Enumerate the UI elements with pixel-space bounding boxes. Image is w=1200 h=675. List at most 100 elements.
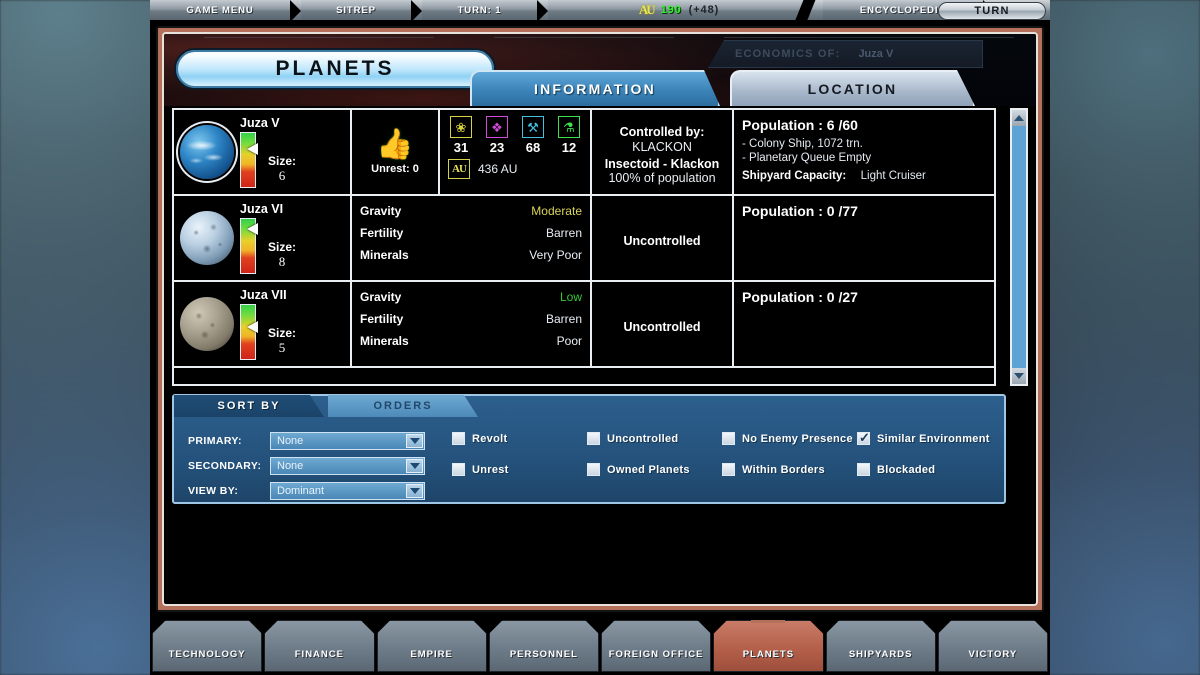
tab-sort-by[interactable]: SORT BY bbox=[174, 395, 324, 417]
view-by-select[interactable]: Dominant bbox=[270, 482, 425, 500]
nav-label: SHIPYARDS bbox=[848, 649, 913, 660]
industry-icon: ⚒ bbox=[522, 116, 544, 138]
checkbox-box[interactable] bbox=[857, 463, 870, 476]
environment-cell: Gravity Low Fertility Barren Minerals Po… bbox=[352, 282, 592, 366]
checkbox-label: Uncontrolled bbox=[607, 432, 679, 445]
secondary-sort-value: None bbox=[277, 460, 304, 472]
table-row[interactable]: Juza V Size: 6 👍 Unrest: 0 ❀ 31 ❖ 23 ⚒ 6… bbox=[174, 110, 994, 196]
nav-finance[interactable]: FINANCE bbox=[264, 620, 374, 672]
tab-sort-by-label: SORT BY bbox=[217, 400, 281, 412]
checkbox-label: Similar Environment bbox=[877, 432, 990, 445]
chevron-down-icon[interactable] bbox=[406, 484, 423, 498]
nav-personnel[interactable]: PERSONNEL bbox=[489, 620, 599, 672]
environment-cell: Gravity Moderate Fertility Barren Minera… bbox=[352, 196, 592, 280]
turn-counter: TURN: 1 bbox=[422, 0, 548, 22]
checkbox-box[interactable] bbox=[857, 430, 870, 446]
planet-name: Juza VII bbox=[240, 288, 287, 302]
fertility-value: Barren bbox=[545, 226, 582, 240]
planet-name: Juza VI bbox=[240, 202, 284, 216]
sitrep-button[interactable]: SITREP bbox=[301, 0, 422, 22]
shipyard-capacity-label: Shipyard Capacity: bbox=[742, 170, 847, 182]
checkbox-similar-environment[interactable]: Similar Environment bbox=[857, 430, 992, 446]
controlled-by-value: Uncontrolled bbox=[623, 234, 701, 248]
gravity-value: Moderate bbox=[531, 204, 582, 218]
tab-orders[interactable]: ORDERS bbox=[328, 395, 478, 417]
tab-economics[interactable]: ECONOMICS OF: Juza V bbox=[708, 40, 983, 68]
au-icon: AU bbox=[448, 159, 470, 179]
checkbox-box[interactable] bbox=[587, 432, 600, 445]
shipyard-capacity-value: Light Cruiser bbox=[860, 170, 926, 182]
vertical-scrollbar[interactable] bbox=[1010, 108, 1028, 386]
primary-sort-label: PRIMARY: bbox=[188, 435, 242, 447]
checkbox-box[interactable] bbox=[722, 432, 735, 445]
population-cell: Population : 0 /77 bbox=[734, 196, 994, 280]
tab-location[interactable]: LOCATION bbox=[730, 70, 975, 106]
controlled-by-label: Controlled by: bbox=[619, 125, 705, 139]
encyclopedia-label: ENCYCLOPEDIA bbox=[859, 4, 947, 16]
chevron-down-icon[interactable] bbox=[406, 459, 423, 473]
checkbox-box[interactable] bbox=[452, 432, 465, 445]
table-row[interactable]: Juza VII Size: 5 Gravity Low Fertility B… bbox=[174, 282, 994, 368]
scroll-down-icon[interactable] bbox=[1012, 368, 1026, 384]
checkbox-box[interactable] bbox=[452, 463, 465, 476]
checkbox-owned-planets[interactable]: Owned Planets bbox=[587, 463, 722, 476]
nav-shipyards[interactable]: SHIPYARDS bbox=[826, 620, 936, 672]
checkbox-label: Owned Planets bbox=[607, 463, 690, 476]
filter-panel: SORT BY ORDERS PRIMARY: None SECONDARY: … bbox=[172, 394, 1006, 504]
content-panel: PLANETS ECONOMICS OF: Juza V INFORMATION… bbox=[162, 32, 1038, 606]
secondary-sort-select[interactable]: None bbox=[270, 457, 425, 475]
planet-thumbnail bbox=[180, 297, 234, 351]
table-row[interactable]: Juza VI Size: 8 Gravity Moderate Fertili… bbox=[174, 196, 994, 282]
nav-label: PLANETS bbox=[742, 649, 795, 660]
minerals-value: Poor bbox=[556, 334, 582, 348]
end-turn-label: TURN bbox=[974, 5, 1010, 17]
environment-marker-icon bbox=[247, 142, 258, 155]
checkbox-box[interactable] bbox=[587, 463, 600, 476]
planet-identity-cell: Juza V Size: 6 bbox=[174, 110, 352, 194]
checkbox-label: No Enemy Presence bbox=[742, 432, 853, 445]
checkbox-unrest[interactable]: Unrest bbox=[452, 463, 587, 476]
minerals-value: Very Poor bbox=[529, 248, 582, 262]
checkbox-revolt[interactable]: Revolt bbox=[452, 432, 587, 445]
scrollbar-track[interactable] bbox=[1012, 126, 1026, 368]
environment-bar bbox=[240, 304, 258, 360]
nav-foreign-office[interactable]: FOREIGN OFFICE bbox=[601, 620, 711, 672]
secondary-sort-label: SECONDARY: bbox=[188, 460, 262, 472]
credits-value: 190 bbox=[660, 4, 682, 16]
view-by-value: Dominant bbox=[277, 485, 325, 497]
checkbox-within-borders[interactable]: Within Borders bbox=[722, 463, 857, 476]
page-title-text: PLANETS bbox=[275, 57, 395, 80]
minerals-value: 23 bbox=[489, 140, 505, 155]
end-turn-button[interactable]: TURN bbox=[938, 2, 1046, 20]
primary-sort-select[interactable]: None bbox=[270, 432, 425, 450]
credits-icon: AU bbox=[638, 2, 656, 17]
nav-victory[interactable]: VICTORY bbox=[938, 620, 1048, 672]
unrest-label: Unrest: 0 bbox=[371, 162, 419, 175]
nav-empire[interactable]: EMPIRE bbox=[377, 620, 487, 672]
research-value: 12 bbox=[561, 140, 577, 155]
checkbox-uncontrolled[interactable]: Uncontrolled bbox=[587, 432, 722, 445]
planet-size-label: Size: bbox=[268, 154, 297, 168]
nav-label: FOREIGN OFFICE bbox=[608, 649, 704, 660]
planet-size-label: Size: bbox=[268, 326, 297, 340]
food-icon: ❀ bbox=[450, 116, 472, 138]
checkbox-blockaded[interactable]: Blockaded bbox=[857, 463, 992, 476]
scroll-up-icon[interactable] bbox=[1012, 110, 1026, 126]
unrest-cell: 👍 Unrest: 0 bbox=[352, 110, 440, 194]
tab-information[interactable]: INFORMATION bbox=[470, 70, 720, 106]
checkbox-box[interactable] bbox=[722, 463, 735, 476]
resources-cell: ❀ 31 ❖ 23 ⚒ 68 ⚗ 12 AU 436 AU bbox=[440, 110, 592, 194]
nav-planets[interactable]: PLANETS bbox=[713, 620, 823, 672]
primary-sort-value: None bbox=[277, 435, 304, 447]
game-window: GAME MENU SITREP TURN: 1 AU 190 (+48) EN… bbox=[150, 0, 1050, 675]
checkbox-no-enemy-presence[interactable]: No Enemy Presence bbox=[722, 432, 857, 445]
checkbox-label: Unrest bbox=[472, 463, 509, 476]
population-value: Population : 0 /77 bbox=[742, 203, 858, 219]
nav-technology[interactable]: TECHNOLOGY bbox=[152, 620, 262, 672]
panel-header: PLANETS ECONOMICS OF: Juza V INFORMATION… bbox=[164, 34, 1036, 106]
chevron-down-icon[interactable] bbox=[406, 434, 423, 448]
planet-thumbnail bbox=[180, 125, 234, 179]
tab-information-label: INFORMATION bbox=[534, 81, 656, 97]
game-menu-button[interactable]: GAME MENU bbox=[150, 0, 301, 22]
gravity-value: Low bbox=[559, 290, 582, 304]
